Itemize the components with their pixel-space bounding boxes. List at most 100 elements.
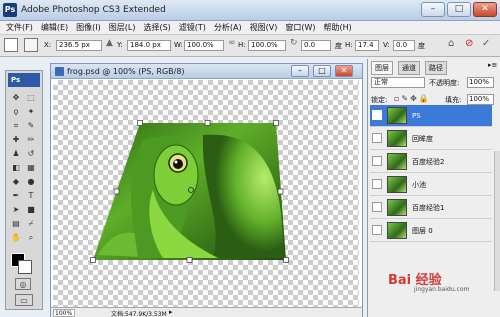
crop-tool-icon[interactable]: ⌗: [10, 120, 22, 132]
eye-icon[interactable]: [372, 202, 382, 212]
notes-tool-icon[interactable]: ▤: [10, 218, 22, 230]
layer-row[interactable]: 回眸度: [370, 128, 492, 150]
magic-wand-icon[interactable]: ✦: [25, 106, 37, 118]
layer-row[interactable]: 百度经验1: [370, 197, 492, 219]
opacity-label: 不透明度:: [429, 79, 460, 87]
layer-thumbnail: [387, 199, 407, 216]
gradient-tool-icon[interactable]: ▦: [25, 162, 37, 174]
w-field[interactable]: 100.0%: [184, 40, 224, 51]
eye-icon[interactable]: [372, 110, 382, 120]
tab-channels[interactable]: 通道: [398, 61, 420, 75]
delta-icon[interactable]: ▲: [106, 38, 113, 48]
y-field[interactable]: 184.0 px: [127, 40, 171, 51]
quick-mask-icon[interactable]: ◎: [15, 278, 31, 290]
rotate-icon[interactable]: ↻: [290, 38, 298, 48]
eye-icon[interactable]: [372, 225, 382, 235]
image-canvas[interactable]: [53, 80, 359, 307]
history-brush-icon[interactable]: ↺: [25, 148, 37, 160]
move-tool-icon[interactable]: ✥: [10, 92, 22, 104]
commit-transform-icon[interactable]: ✓: [482, 38, 490, 49]
layer-name: 百度经验2: [412, 158, 445, 166]
opacity-field[interactable]: 100%: [467, 77, 494, 88]
menu-bar: 文件(F) 编辑(E) 图像(I) 图层(L) 选择(S) 滤镜(T) 分析(A) 视图(V)…: [0, 21, 500, 35]
window-title: Adobe Photoshop CS3 Extended: [21, 5, 166, 15]
doc-close-button[interactable]: ✕: [335, 65, 353, 77]
eye-icon[interactable]: [372, 179, 382, 189]
stamp-tool-icon[interactable]: ♟: [10, 148, 22, 160]
screen-mode-icon[interactable]: ▭: [15, 294, 33, 306]
v-unit-label: 度: [418, 42, 425, 50]
lasso-tool-icon[interactable]: ϙ: [10, 106, 22, 118]
options-bar: X: 236.5 px ▲ Y: 184.0 px W: 100.0% ∞ H:…: [0, 35, 500, 57]
fill-field[interactable]: 100%: [467, 94, 494, 105]
type-tool-icon[interactable]: T: [25, 190, 37, 202]
layer-thumbnail: [387, 222, 407, 239]
lock-label: 锁定:: [371, 96, 388, 104]
layer-thumbnail: [387, 107, 407, 124]
menu-select[interactable]: 选择(S): [139, 21, 174, 35]
layer-thumbnail: [387, 153, 407, 170]
v-label: V:: [383, 41, 390, 49]
hand-tool-icon[interactable]: ✋: [10, 232, 22, 244]
dodge-tool-icon[interactable]: ●: [25, 176, 37, 188]
warp-icon[interactable]: ⌂: [448, 38, 454, 49]
healing-brush-icon[interactable]: ✚: [10, 134, 22, 146]
marquee-tool-icon[interactable]: ⬚: [25, 92, 37, 104]
menu-window[interactable]: 窗口(W): [281, 21, 319, 35]
zoom-tool-icon[interactable]: ⌕: [25, 232, 37, 244]
move-tool-icon[interactable]: [4, 38, 18, 52]
link-icon[interactable]: ∞: [228, 38, 236, 48]
tab-layers[interactable]: 图层: [371, 61, 393, 75]
h-field[interactable]: 100.0%: [248, 40, 286, 51]
maximize-button[interactable]: □: [447, 2, 471, 17]
h-skew-field[interactable]: 17.4: [355, 40, 379, 51]
lock-icons[interactable]: ▫✎✥🔒: [394, 94, 431, 103]
status-arrow-icon[interactable]: ▸: [169, 308, 173, 316]
layer-row[interactable]: 百度经验2: [370, 151, 492, 173]
layer-row-ps[interactable]: PS: [370, 105, 492, 127]
menu-help[interactable]: 帮助(H): [320, 21, 356, 35]
panel-menu-icon[interactable]: ▸≡: [488, 61, 497, 69]
photoshop-app-icon: Ps: [3, 3, 17, 17]
slice-tool-icon[interactable]: ✎: [25, 120, 37, 132]
minimize-button[interactable]: –: [421, 2, 445, 17]
eraser-tool-icon[interactable]: ◧: [10, 162, 22, 174]
layers-scrollbar[interactable]: [494, 151, 500, 291]
blur-tool-icon[interactable]: ◆: [10, 176, 22, 188]
menu-image[interactable]: 图像(I): [72, 21, 105, 35]
transformed-frog-image[interactable]: [53, 80, 359, 307]
title-bar: Ps Adobe Photoshop CS3 Extended – □ ✕: [0, 0, 500, 21]
eyedropper-icon[interactable]: ⌿: [25, 218, 37, 230]
angle-field[interactable]: 0.0: [301, 40, 331, 51]
blend-mode-select[interactable]: 正常: [371, 77, 425, 88]
brush-tool-icon[interactable]: ✏: [25, 134, 37, 146]
eye-icon[interactable]: [372, 133, 382, 143]
fill-label: 填充:: [445, 96, 462, 104]
pen-tool-icon[interactable]: ✒: [10, 190, 22, 202]
zoom-field[interactable]: 100%: [53, 309, 75, 317]
layer-row[interactable]: 小池: [370, 174, 492, 196]
document-status-bar: 100% 文档:547.9K/3.53M ▸: [51, 307, 362, 317]
menu-view[interactable]: 视图(V): [246, 21, 282, 35]
cancel-transform-icon[interactable]: ⊘: [465, 38, 473, 49]
menu-analysis[interactable]: 分析(A): [210, 21, 246, 35]
doc-maximize-button[interactable]: □: [313, 65, 331, 77]
close-button[interactable]: ✕: [473, 2, 497, 17]
v-field[interactable]: 0.0: [393, 40, 415, 51]
shape-tool-icon[interactable]: ■: [25, 204, 37, 216]
reference-point-icon[interactable]: [24, 38, 38, 52]
layer-row[interactable]: 图层 0: [370, 220, 492, 242]
document-icon: [55, 67, 64, 76]
eye-icon[interactable]: [372, 156, 382, 166]
menu-layer[interactable]: 图层(L): [105, 21, 140, 35]
background-color-swatch[interactable]: [18, 260, 32, 274]
doc-minimize-button[interactable]: –: [291, 65, 309, 77]
menu-filter[interactable]: 滤镜(T): [175, 21, 210, 35]
path-select-icon[interactable]: ➤: [10, 204, 22, 216]
tab-paths[interactable]: 路径: [425, 61, 447, 75]
x-field[interactable]: 236.5 px: [56, 40, 102, 51]
layer-name: 图层 0: [412, 227, 433, 235]
menu-edit[interactable]: 编辑(E): [37, 21, 72, 35]
layer-thumbnail: [387, 130, 407, 147]
menu-file[interactable]: 文件(F): [0, 21, 37, 35]
